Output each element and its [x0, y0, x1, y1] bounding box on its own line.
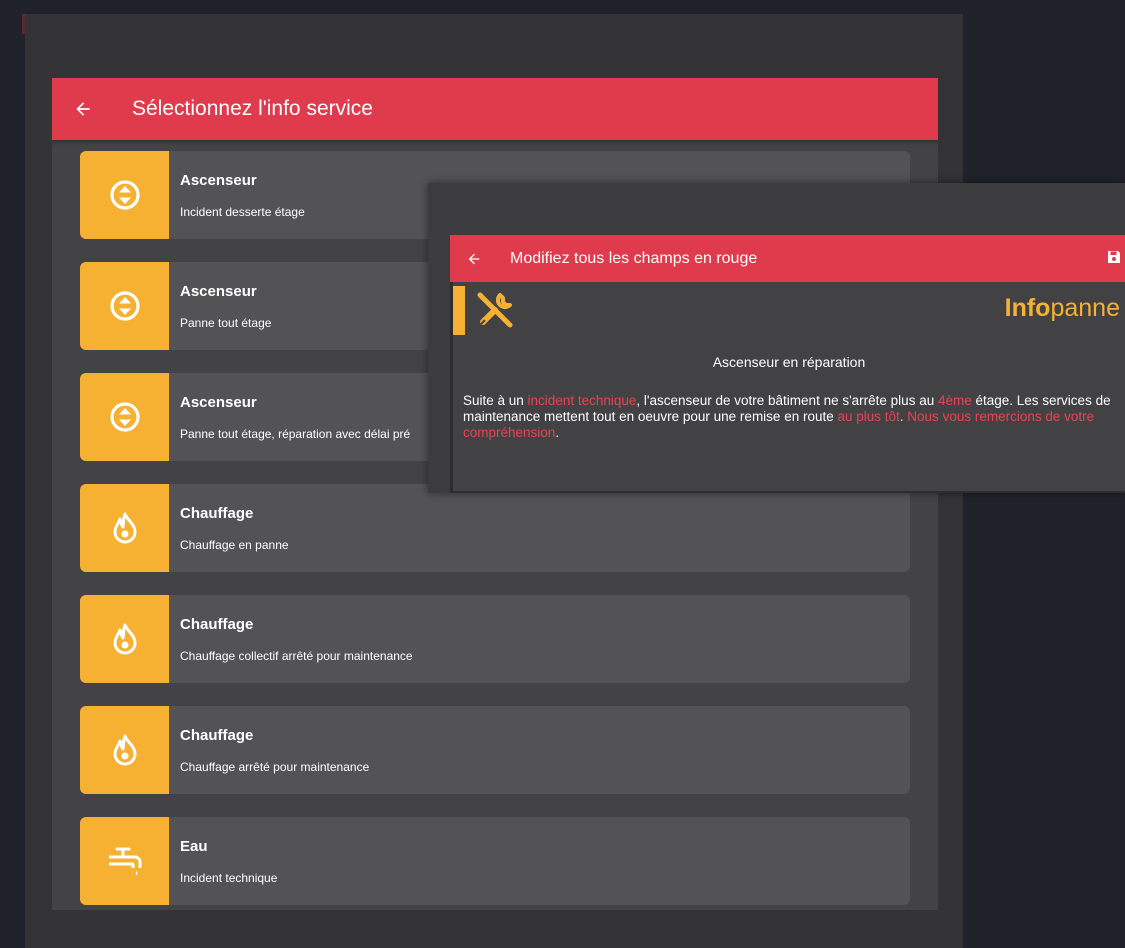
service-title: Eau [180, 837, 208, 855]
message-body: Suite à un incident technique, l'ascense… [463, 393, 1111, 440]
service-item[interactable]: Chauffage Chauffage en panne [80, 484, 910, 572]
dialog-body: Modifiez tous les champs en rouge Infopa… [450, 235, 1125, 493]
repair-tools-icon [477, 292, 513, 328]
elevator-icon [109, 180, 140, 210]
water-pipe-icon [108, 847, 141, 875]
service-subtitle: Panne tout étage [180, 315, 272, 330]
dialog-back-button[interactable] [450, 251, 498, 267]
service-item[interactable]: Eau Incident technique [80, 817, 910, 905]
editable-field-floor[interactable]: 4ème [938, 393, 972, 408]
service-subtitle: Panne tout étage, réparation avec délai … [180, 426, 411, 441]
dialog-app-bar: Modifiez tous les champs en rouge [450, 235, 1125, 282]
arrow-left-icon [76, 102, 90, 116]
service-icon-box [80, 484, 169, 572]
editable-field-delay[interactable]: au plus tôt [837, 409, 899, 424]
service-icon-box [80, 151, 169, 239]
editable-field-incident[interactable]: incident technique [528, 393, 637, 408]
flame-icon [113, 512, 136, 544]
service-title: Chauffage [180, 504, 254, 522]
service-icon-box [80, 262, 169, 350]
service-title: Ascenseur [180, 393, 257, 411]
service-icon-box [80, 706, 169, 794]
message-title[interactable]: Ascenseur en réparation [453, 354, 1125, 370]
service-icon-box [80, 817, 169, 905]
accent-bar [453, 286, 465, 335]
infopanne-logo: Infopanne [1004, 294, 1120, 322]
service-subtitle: Incident technique [180, 870, 278, 885]
service-title: Chauffage [180, 726, 254, 744]
infopanne-card: Infopanne Ascenseur en réparation Suite … [453, 282, 1125, 491]
service-item[interactable]: Chauffage Chauffage collectif arrêté pou… [80, 595, 910, 683]
save-icon [1108, 251, 1120, 263]
service-title: Ascenseur [180, 282, 257, 300]
service-subtitle: Chauffage collectif arrêté pour maintena… [180, 648, 413, 663]
service-icon-box [80, 595, 169, 683]
service-title: Chauffage [180, 615, 254, 633]
elevator-icon [109, 402, 140, 432]
edit-dialog: Modifiez tous les champs en rouge Infopa… [428, 183, 1125, 493]
flame-icon [113, 623, 136, 655]
service-title: Ascenseur [180, 171, 257, 189]
service-subtitle: Chauffage arrêté pour maintenance [180, 759, 370, 774]
save-button[interactable] [1107, 250, 1125, 269]
flame-icon [113, 734, 136, 766]
arrow-left-icon [468, 253, 480, 264]
app-bar: Sélectionnez l'info service [52, 78, 938, 140]
app-bar-title: Sélectionnez l'info service [132, 97, 373, 120]
service-subtitle: Chauffage en panne [180, 537, 289, 552]
back-button[interactable] [52, 99, 114, 119]
service-subtitle: Incident desserte étage [180, 204, 305, 219]
dialog-title: Modifiez tous les champs en rouge [510, 249, 758, 267]
service-item[interactable]: Chauffage Chauffage arrêté pour maintena… [80, 706, 910, 794]
elevator-icon [109, 291, 140, 321]
service-icon-box [80, 373, 169, 461]
